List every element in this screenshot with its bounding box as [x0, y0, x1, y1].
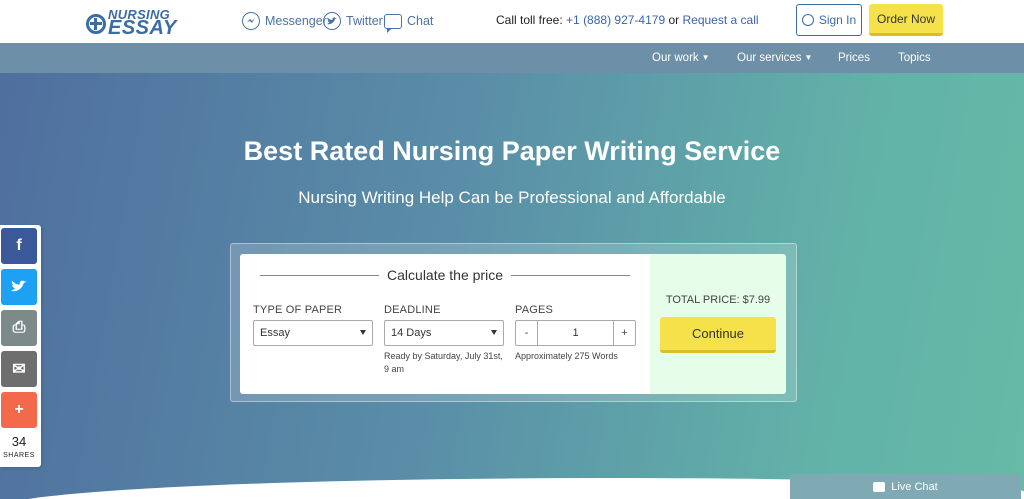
or-text: or: [668, 13, 680, 27]
nav-prices[interactable]: Prices: [838, 52, 870, 64]
continue-button[interactable]: Continue: [660, 317, 776, 353]
messenger-label: Messenger: [265, 14, 327, 28]
nav-our-work-label: Our work: [652, 52, 699, 64]
total-price: TOTAL PRICE: $7.99: [665, 294, 771, 306]
more-share-button[interactable]: +: [1, 392, 37, 428]
print-share-button[interactable]: ⎙: [1, 310, 37, 346]
email-icon: ✉: [12, 361, 26, 378]
facebook-icon: f: [16, 237, 22, 254]
calculator-heading: Calculate the price: [260, 265, 631, 285]
messenger-icon: [242, 12, 260, 30]
chat-link[interactable]: Chat: [384, 11, 434, 33]
page-title: Best Rated Nursing Paper Writing Service: [243, 136, 781, 166]
pages-stepper: - 1 +: [515, 320, 636, 346]
email-share-button[interactable]: ✉: [1, 351, 37, 387]
sign-in-icon: [801, 14, 814, 26]
facebook-share-button[interactable]: f: [1, 228, 37, 264]
twitter-label: Twitter: [346, 14, 383, 28]
medical-cross-icon: [86, 14, 106, 34]
twitter-icon: [323, 12, 341, 30]
live-chat-label: Live Chat: [891, 480, 938, 493]
deadline-label: DEADLINE: [384, 304, 441, 316]
divider: [510, 274, 631, 276]
plus-icon: +: [14, 401, 24, 418]
chevron-down-icon: ▼: [804, 53, 813, 62]
sign-in-label: Sign In: [818, 13, 857, 27]
request-call-link[interactable]: Request a call: [682, 13, 758, 27]
twitter-icon: [11, 280, 27, 292]
pages-decrement-button[interactable]: -: [516, 321, 538, 345]
pages-input[interactable]: 1: [538, 321, 613, 345]
top-header: NURSING ESSAY Messenger Twitter Chat Cal…: [0, 0, 1024, 43]
deadline-value: 14 Days: [391, 327, 432, 339]
logo-line2: ESSAY: [108, 17, 177, 39]
print-icon: ⎙: [12, 319, 26, 336]
divider: [260, 274, 380, 276]
live-chat-button[interactable]: Live Chat: [790, 474, 1021, 499]
type-of-paper-label: TYPE OF PAPER: [253, 304, 343, 316]
messenger-link[interactable]: Messenger: [242, 11, 327, 31]
deadline-select[interactable]: 14 Days: [384, 320, 504, 346]
call-prefix: Call toll free:: [496, 13, 563, 27]
pages-label: PAGES: [515, 304, 554, 316]
nav-our-work[interactable]: Our work ▼: [652, 52, 710, 64]
nav-topics[interactable]: Topics: [898, 52, 931, 64]
pages-note: Approximately 275 Words: [515, 351, 618, 361]
nav-our-services-label: Our services: [737, 52, 802, 64]
share-label: SHARES: [3, 452, 35, 459]
chat-icon: [384, 13, 402, 33]
call-toll-free: Call toll free: +1 (888) 927-4179 or Req…: [496, 13, 759, 27]
nav-our-services[interactable]: Our services ▼: [737, 52, 812, 64]
type-of-paper-value: Essay: [260, 327, 290, 339]
type-of-paper-select[interactable]: Essay: [253, 320, 373, 346]
twitter-share-button[interactable]: [1, 269, 37, 305]
sign-in-button[interactable]: Sign In: [796, 4, 862, 36]
calculator-title: Calculate the price: [387, 267, 503, 283]
phone-link[interactable]: +1 (888) 927-4179: [566, 13, 665, 27]
main-nav: Our work ▼ Our services ▼ Prices Topics: [0, 43, 1024, 73]
pages-increment-button[interactable]: +: [613, 321, 635, 345]
page-subtitle: Nursing Writing Help Can be Professional…: [298, 188, 726, 207]
dropdown-arrow-icon: [360, 330, 366, 335]
deadline-note: Ready by Saturday, July 31st, 9 am: [384, 351, 503, 374]
share-count: 34: [11, 434, 27, 449]
chat-bubble-icon: [873, 481, 886, 492]
chevron-down-icon: ▼: [701, 53, 710, 62]
twitter-link[interactable]: Twitter: [323, 11, 383, 31]
site-logo[interactable]: NURSING ESSAY: [86, 6, 177, 39]
chat-label: Chat: [407, 14, 434, 28]
order-now-button[interactable]: Order Now: [869, 4, 943, 36]
dropdown-arrow-icon: [491, 330, 497, 335]
